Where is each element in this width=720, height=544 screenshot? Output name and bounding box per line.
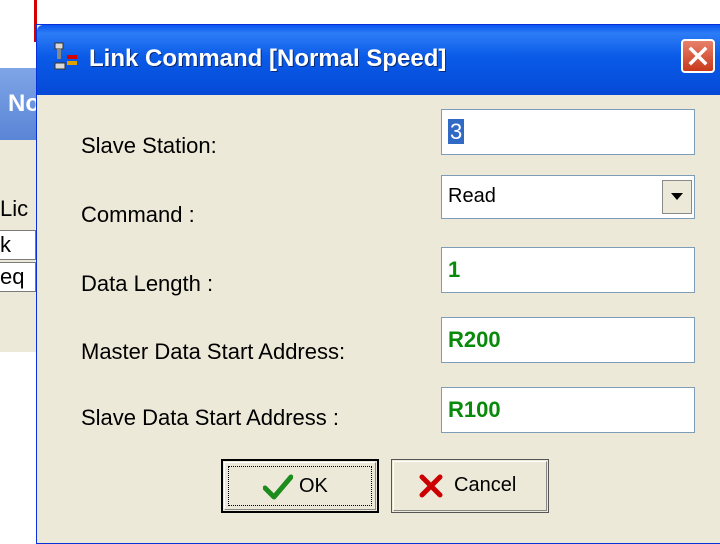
master-data-start-address-label: Master Data Start Address: (81, 339, 346, 364)
slave-station-value: 3 (448, 119, 465, 144)
background-cell (0, 0, 37, 42)
data-length-input[interactable]: 1 (441, 247, 695, 293)
command-selected-value: Read (448, 185, 496, 207)
cancel-button[interactable]: Cancel (391, 459, 549, 513)
x-cross-icon (419, 474, 443, 498)
title-bar[interactable]: Link Command [Normal Speed] (37, 25, 720, 95)
command-dropdown[interactable]: Read (441, 175, 695, 219)
network-link-icon (53, 41, 79, 71)
data-length-label: Data Length : (81, 271, 214, 296)
ok-button-label: OK (299, 475, 328, 497)
cancel-button-label: Cancel (454, 474, 517, 496)
checkmark-icon (263, 474, 293, 500)
slave-data-start-address-input[interactable]: R100 (441, 387, 695, 433)
slave-station-input[interactable]: 3 (441, 109, 695, 155)
dropdown-arrow-button[interactable] (662, 180, 692, 214)
slave-station-label: Slave Station: (81, 133, 217, 158)
background-field[interactable]: eq (0, 262, 36, 292)
close-button[interactable] (681, 39, 715, 73)
background-field-text: eq (0, 264, 25, 289)
command-label: Command : (81, 202, 195, 227)
background-tab[interactable]: No (0, 68, 38, 140)
close-icon (688, 46, 708, 66)
slave-data-start-address-label: Slave Data Start Address : (81, 405, 340, 430)
ok-button[interactable]: OK (221, 459, 379, 513)
chevron-down-icon (671, 193, 683, 200)
link-command-dialog: Link Command [Normal Speed] Slave Statio… (36, 24, 720, 544)
master-data-start-address-input[interactable]: R200 (441, 317, 695, 363)
dialog-title: Link Command [Normal Speed] (89, 45, 447, 72)
background-label: Lic (0, 196, 29, 221)
background-field[interactable]: k (0, 230, 36, 260)
background-field-text: k (0, 232, 11, 257)
